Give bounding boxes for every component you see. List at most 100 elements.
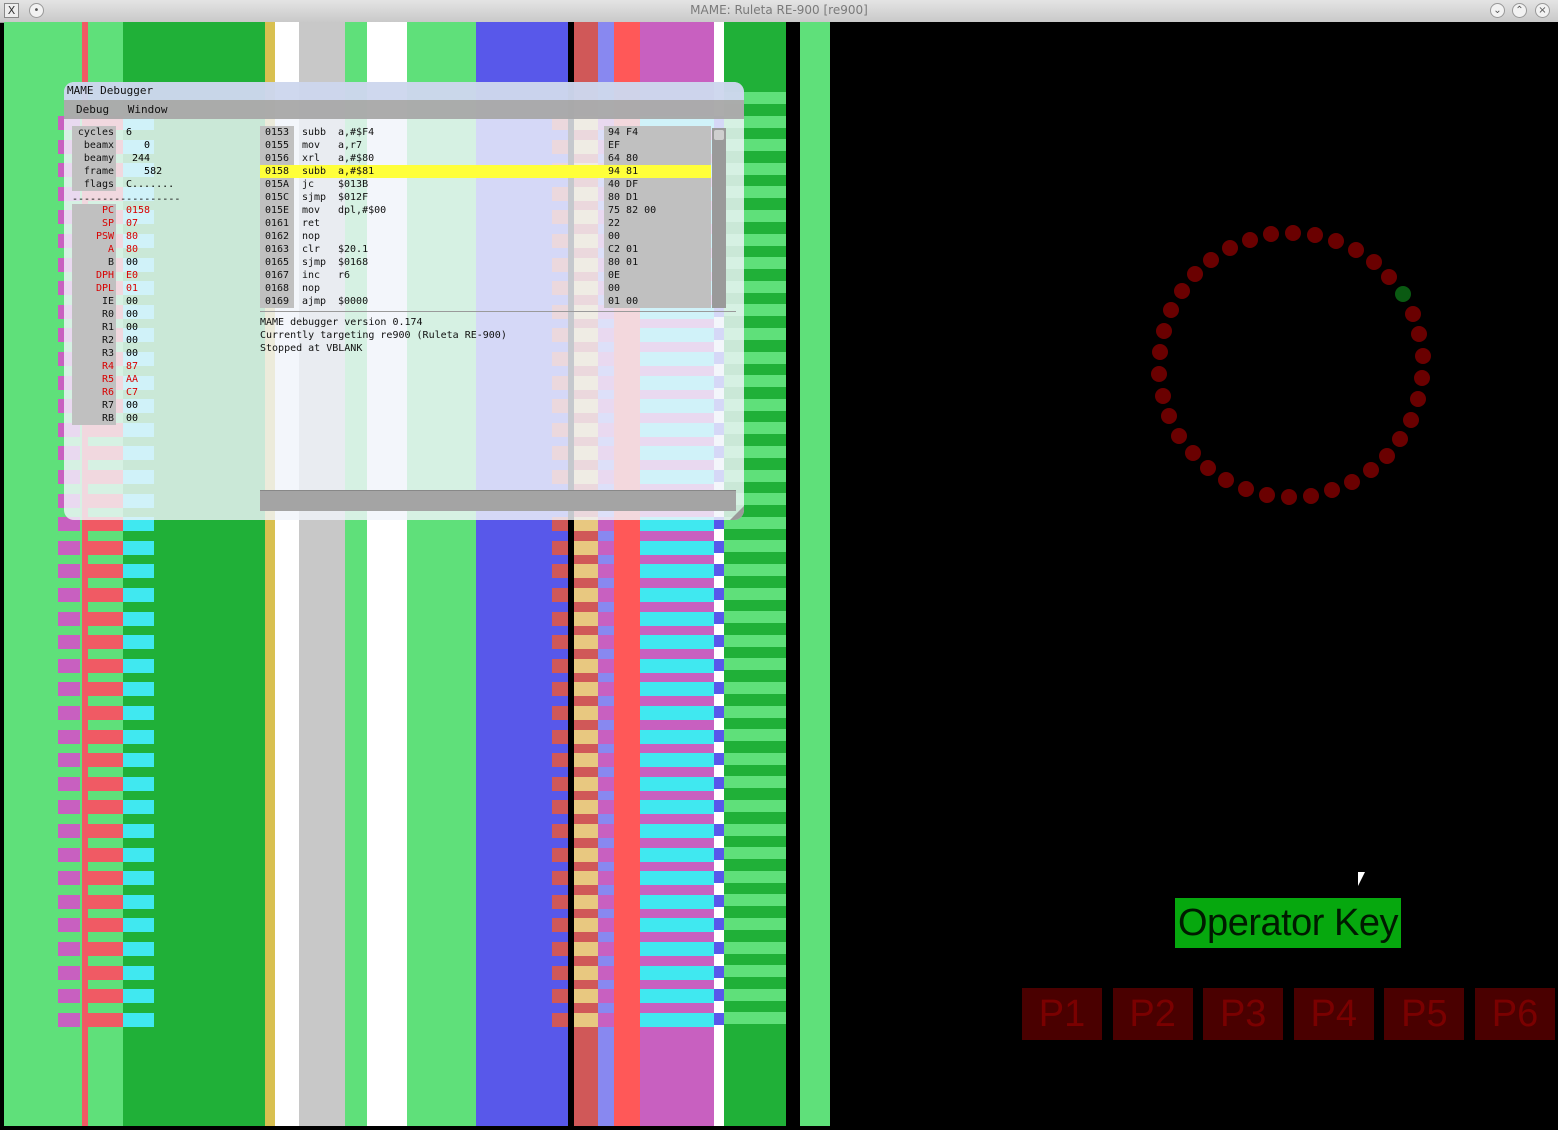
disassembly-line[interactable]: 0153 subb a,#$F4 94 F4	[260, 126, 711, 139]
pattern-stripe	[640, 729, 714, 744]
pattern-stripe	[640, 706, 714, 720]
pattern-stripe	[574, 635, 598, 650]
command-input[interactable]	[260, 490, 736, 511]
register-value: 80	[126, 231, 139, 242]
menu-debug[interactable]: Debug	[76, 103, 109, 116]
instruction-mnemonic: clr	[302, 244, 321, 255]
register-row: R4 87	[72, 360, 244, 373]
pattern-stripe	[724, 611, 786, 624]
pattern-stripe	[640, 918, 714, 933]
register-name: beamx	[72, 139, 116, 152]
pattern-stripe	[574, 682, 598, 697]
pattern-stripe	[574, 729, 598, 744]
pattern-stripe	[88, 706, 123, 720]
pattern-stripe	[552, 729, 568, 744]
pattern-stripe	[574, 847, 598, 862]
debugger-title[interactable]: MAME Debugger	[64, 82, 744, 100]
pattern-stripe	[714, 989, 724, 1002]
pattern-stripe	[640, 658, 714, 673]
pattern-stripe	[123, 564, 154, 579]
pattern-stripe	[598, 894, 614, 909]
disassembly-line[interactable]: 0162 nop 00	[260, 230, 711, 243]
roulette-led	[1411, 326, 1428, 343]
disassembly-line[interactable]: 015A jc $013B 40 DF	[260, 178, 711, 191]
close-icon[interactable]: ×	[1535, 3, 1550, 18]
register-name: R1	[72, 321, 116, 334]
pattern-stripe	[552, 753, 568, 768]
player-button-p2[interactable]: P2	[1112, 988, 1193, 1040]
pattern-stripe	[552, 540, 568, 555]
disassembly-line[interactable]: 0155 mov a,r7 EF	[260, 139, 711, 152]
player-button-p5[interactable]: P5	[1384, 988, 1465, 1040]
disassembly-line[interactable]: 0165 sjmp $0168 80 01	[260, 256, 711, 269]
instruction-operands: r6	[338, 270, 351, 281]
disassembly-view[interactable]: 0153 subb a,#$F4 94 F4 0155 mov a,r7 EF 0156 xrl a…	[260, 126, 728, 308]
pattern-stripe	[123, 588, 154, 602]
pattern-stripe	[58, 871, 80, 886]
instruction-address: 0167	[260, 269, 294, 282]
register-value: 00	[126, 335, 139, 346]
disassembly-line[interactable]: 0163 clr $20.1 C2 01	[260, 243, 711, 256]
pattern-stripe	[598, 824, 614, 838]
instruction-bytes: 22	[604, 217, 711, 230]
pattern-stripe	[123, 824, 154, 838]
roulette-led	[1151, 344, 1168, 361]
minimize-icon[interactable]: ⌄	[1490, 3, 1505, 18]
register-row: R0 00	[72, 308, 244, 321]
roulette-led	[1171, 427, 1188, 444]
maximize-icon[interactable]: ⌃	[1512, 3, 1527, 18]
instruction-address: 015E	[260, 204, 294, 217]
pattern-stripe	[58, 965, 80, 980]
pattern-stripe	[574, 800, 598, 815]
pattern-stripe	[640, 847, 714, 862]
pattern-stripe	[574, 965, 598, 980]
scrollbar-thumb[interactable]	[714, 130, 724, 140]
player-button-p4[interactable]: P4	[1293, 988, 1374, 1040]
instruction-operands: a,#$81	[338, 166, 375, 177]
roulette-led	[1241, 231, 1258, 248]
register-row: flags C.......	[72, 178, 244, 191]
roulette-led	[1238, 481, 1255, 498]
pattern-stripe	[714, 706, 724, 718]
title-bar[interactable]: X • MAME: Ruleta RE-900 [re900] ⌄ ⌃ ×	[0, 0, 1558, 23]
mame-debugger-window[interactable]: MAME Debugger Debug Window cycles 6 beamx …	[64, 82, 744, 520]
pattern-stripe	[123, 942, 154, 956]
pattern-stripe	[123, 753, 154, 768]
pattern-stripe	[640, 989, 714, 1004]
pattern-stripe	[714, 1012, 724, 1025]
disassembly-line[interactable]: 0156 xrl a,#$80 64 80	[260, 152, 711, 165]
disassembly-line[interactable]: 015C sjmp $012F 80 D1	[260, 191, 711, 204]
register-row: PSW 80	[72, 230, 244, 243]
disassembly-line[interactable]: 015E mov dpl,#$00 75 82 00	[260, 204, 711, 217]
roulette-led	[1221, 240, 1238, 256]
roulette-led	[1284, 225, 1301, 241]
disassembly-line[interactable]: 0168 nop 00	[260, 282, 711, 295]
disassembly-line[interactable]: 0169 ajmp $0000 01 00	[260, 295, 711, 308]
roulette-led	[1259, 486, 1276, 503]
pattern-stripe	[88, 800, 123, 815]
disassembly-line[interactable]: 0167 inc r6 0E	[260, 269, 711, 282]
player-button-p1[interactable]: P1	[1022, 988, 1102, 1040]
player-button-p3[interactable]: P3	[1203, 988, 1284, 1040]
register-row: SP 07	[72, 217, 244, 230]
register-name: DPL	[72, 282, 116, 295]
pattern-stripe	[552, 908, 568, 919]
menu-window[interactable]: Window	[128, 103, 168, 116]
pattern-stripe	[574, 540, 598, 555]
pattern-stripe	[123, 729, 154, 744]
register-value: AA	[126, 374, 139, 385]
player-button-p6[interactable]: P6	[1475, 988, 1555, 1040]
resize-grip-icon[interactable]	[730, 506, 744, 520]
instruction-bytes: 94 F4	[604, 126, 711, 139]
pattern-stripe	[58, 824, 80, 838]
register-value: C7	[126, 387, 139, 398]
instruction-address: 015A	[260, 178, 294, 191]
operator-key-button[interactable]: Operator Key	[1175, 898, 1401, 948]
disassembly-scrollbar[interactable]	[712, 128, 726, 308]
pattern-stripe	[640, 965, 714, 980]
disassembly-line[interactable]: 0161 ret 22	[260, 217, 711, 230]
pattern-stripe	[724, 941, 786, 954]
register-row: beamy 244	[72, 152, 244, 165]
current-instruction[interactable]: 0158 subb a,#$81 94 81	[260, 165, 711, 178]
pattern-stripe	[88, 1012, 123, 1027]
